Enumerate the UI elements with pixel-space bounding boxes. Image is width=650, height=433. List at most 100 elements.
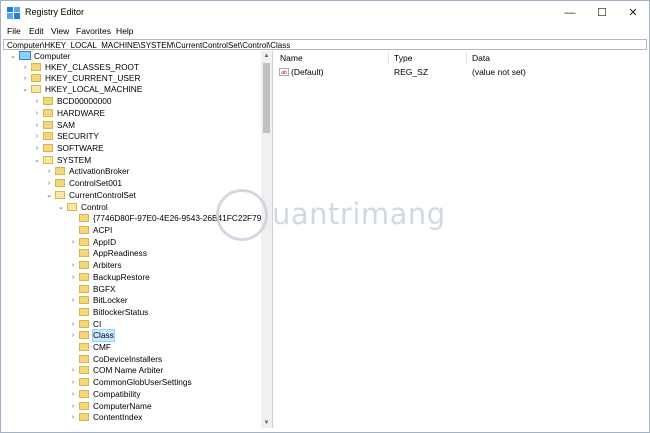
chevron-right-icon[interactable]: › [69, 365, 77, 376]
menu-file[interactable]: File [7, 26, 21, 36]
watermark-logo-icon [216, 189, 268, 241]
tree-item-label: CommonGlobUserSettings [93, 377, 192, 387]
chevron-right-icon[interactable]: › [69, 237, 77, 248]
folder-icon [79, 320, 89, 328]
column-header-data[interactable]: Data [472, 53, 490, 63]
tree-item-label: BitlockerStatus [93, 307, 149, 317]
tree-item-label: HKEY_CURRENT_USER [45, 73, 141, 83]
scroll-down-arrow-icon[interactable]: ▼ [261, 418, 272, 428]
tree-item-label: ACPI [93, 225, 113, 235]
folder-icon [79, 296, 89, 304]
folder-icon [79, 390, 89, 398]
tree-item-label: SECURITY [57, 131, 99, 141]
value-type: REG_SZ [394, 67, 429, 77]
tree-item-label: CoDeviceInstallers [93, 354, 163, 364]
menu-bar: File Edit View Favorites Help [1, 25, 649, 39]
chevron-right-icon[interactable]: › [45, 166, 53, 177]
folder-icon [79, 214, 89, 222]
chevron-right-icon[interactable]: › [69, 412, 77, 423]
chevron-right-icon[interactable]: › [69, 260, 77, 271]
registry-editor-icon [7, 7, 20, 19]
folder-icon [43, 109, 53, 117]
column-divider[interactable] [388, 51, 389, 63]
chevron-right-icon[interactable]: › [33, 96, 41, 107]
close-button[interactable]: ✕ [618, 1, 648, 25]
tree-item-label: HKEY_LOCAL_MACHINE [45, 84, 143, 94]
scroll-up-arrow-icon[interactable]: ▲ [261, 51, 272, 61]
tree-item-label: CurrentControlSet [69, 190, 136, 200]
chevron-right-icon[interactable]: › [69, 330, 77, 341]
chevron-right-icon[interactable]: › [33, 143, 41, 154]
tree-item-label: Arbiters [93, 260, 122, 270]
registry-editor-window: Registry Editor — ☐ ✕ File Edit View Fav… [0, 0, 650, 433]
watermark: uantrimang [216, 189, 445, 245]
chevron-right-icon[interactable]: › [69, 319, 77, 330]
tree-item-label: ActivationBroker [69, 166, 130, 176]
chevron-down-icon[interactable]: ⌄ [45, 190, 53, 201]
tree-item-label: AppID [93, 237, 117, 247]
tree-item-label: CI [93, 319, 102, 329]
folder-icon [79, 355, 89, 363]
column-divider[interactable] [466, 51, 467, 63]
folder-open-icon [43, 156, 53, 164]
folder-icon [79, 366, 89, 374]
tree-item-label: Computer [34, 51, 71, 61]
tree-item-label: HKEY_CLASSES_ROOT [45, 62, 140, 72]
folder-icon [43, 132, 53, 140]
tree-item-label: SYSTEM [57, 155, 92, 165]
tree-item-label: COM Name Arbiter [93, 365, 164, 375]
chevron-right-icon[interactable]: › [21, 62, 29, 73]
chevron-right-icon[interactable]: › [69, 377, 77, 388]
value-data: (value not set) [472, 67, 526, 77]
folder-icon [79, 226, 89, 234]
chevron-down-icon[interactable]: ⌄ [21, 84, 29, 95]
menu-help[interactable]: Help [116, 26, 133, 36]
chevron-right-icon[interactable]: › [45, 178, 53, 189]
folder-icon [79, 343, 89, 351]
chevron-right-icon[interactable]: › [33, 120, 41, 131]
address-bar[interactable]: Computer\HKEY_LOCAL_MACHINE\SYSTEM\Curre… [3, 39, 647, 50]
folder-icon [31, 74, 41, 82]
chevron-down-icon[interactable]: ⌄ [33, 155, 41, 166]
folder-icon [79, 308, 89, 316]
column-header-name[interactable]: Name [280, 53, 303, 63]
scrollbar-thumb[interactable] [263, 63, 270, 133]
folder-icon [55, 179, 65, 187]
tree-item-label: BackupRestore [93, 272, 150, 282]
menu-favorites[interactable]: Favorites [76, 26, 111, 36]
tree-item-label: CMF [93, 342, 111, 352]
folder-icon [79, 238, 89, 246]
chevron-right-icon[interactable]: › [69, 295, 77, 306]
folder-open-icon [55, 191, 65, 199]
folder-icon [43, 97, 53, 105]
tree-item-label: Control [81, 202, 108, 212]
tree-item-label: HARDWARE [57, 108, 106, 118]
chevron-down-icon[interactable]: ⌄ [57, 202, 65, 213]
title-bar: Registry Editor — ☐ ✕ [1, 1, 649, 25]
folder-icon [55, 167, 65, 175]
tree-item-label: AppReadiness [93, 248, 147, 258]
value-name: (Default) [291, 67, 324, 77]
minimize-button[interactable]: — [555, 1, 585, 25]
folder-icon [79, 402, 89, 410]
column-header-type[interactable]: Type [394, 53, 412, 63]
chevron-right-icon[interactable]: › [69, 272, 77, 283]
folder-icon [31, 63, 41, 71]
tree-item-label: ComputerName [93, 401, 152, 411]
menu-edit[interactable]: Edit [29, 26, 44, 36]
folder-icon [79, 378, 89, 386]
chevron-right-icon[interactable]: › [69, 401, 77, 412]
folder-icon [79, 249, 89, 257]
tree-item-label: Compatibility [93, 389, 141, 399]
menu-view[interactable]: View [51, 26, 69, 36]
tree-item-label: SOFTWARE [57, 143, 104, 153]
chevron-down-icon[interactable]: ⌄ [9, 51, 17, 62]
folder-icon [43, 144, 53, 152]
chevron-right-icon[interactable]: › [33, 131, 41, 142]
chevron-right-icon[interactable]: › [21, 73, 29, 84]
folder-icon [43, 121, 53, 129]
chevron-right-icon[interactable]: › [69, 389, 77, 400]
maximize-button[interactable]: ☐ [587, 1, 617, 25]
computer-icon [19, 51, 31, 60]
chevron-right-icon[interactable]: › [33, 108, 41, 119]
